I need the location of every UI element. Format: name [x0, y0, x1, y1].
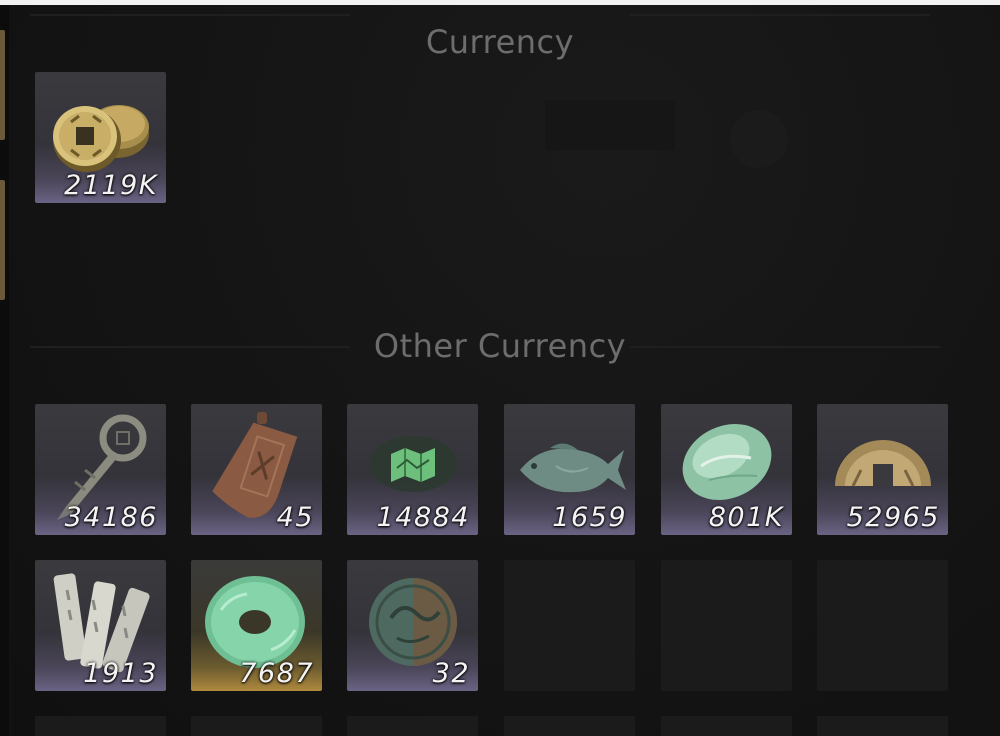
left-tab-marker[interactable]	[0, 180, 5, 300]
empty-slot[interactable]	[504, 716, 635, 736]
other-currency-slot[interactable]: 1913	[35, 560, 166, 691]
empty-slot[interactable]	[191, 716, 322, 736]
item-quantity: 7687	[239, 658, 314, 689]
other-currency-slot[interactable]: 45	[191, 404, 322, 535]
empty-slot[interactable]	[817, 560, 948, 691]
empty-slot[interactable]	[35, 716, 166, 736]
other-currency-slot[interactable]: 801K	[661, 404, 792, 535]
item-quantity: 34186	[64, 502, 158, 533]
item-quantity: 32	[432, 658, 470, 689]
divider-line	[630, 14, 930, 16]
other-currency-section-title: Other Currency	[373, 327, 627, 365]
item-quantity: 1659	[552, 502, 627, 533]
currency-slot-coins[interactable]: 2119K	[35, 72, 166, 203]
background-panel-shadow	[545, 100, 675, 150]
empty-slot[interactable]	[817, 716, 948, 736]
background-emblem	[730, 110, 788, 168]
other-currency-slot[interactable]: 32	[347, 560, 478, 691]
item-quantity: 45	[276, 502, 314, 533]
other-currency-slot[interactable]: 14884	[347, 404, 478, 535]
empty-slot[interactable]	[347, 716, 478, 736]
empty-slot[interactable]	[504, 560, 635, 691]
divider-line	[30, 14, 350, 16]
other-currency-slot[interactable]: 7687	[191, 560, 322, 691]
item-quantity: 801K	[708, 502, 784, 533]
left-tab-strip	[0, 5, 9, 736]
other-currency-slot[interactable]: 34186	[35, 404, 166, 535]
item-quantity: 52965	[846, 502, 940, 533]
empty-slot[interactable]	[661, 716, 792, 736]
other-currency-slot[interactable]: 1659	[504, 404, 635, 535]
item-quantity: 14884	[376, 502, 470, 533]
empty-slot[interactable]	[661, 560, 792, 691]
currency-section-title: Currency	[425, 23, 575, 61]
item-quantity: 2119K	[64, 170, 158, 201]
item-quantity: 1913	[83, 658, 158, 689]
other-currency-slot[interactable]: 52965	[817, 404, 948, 535]
